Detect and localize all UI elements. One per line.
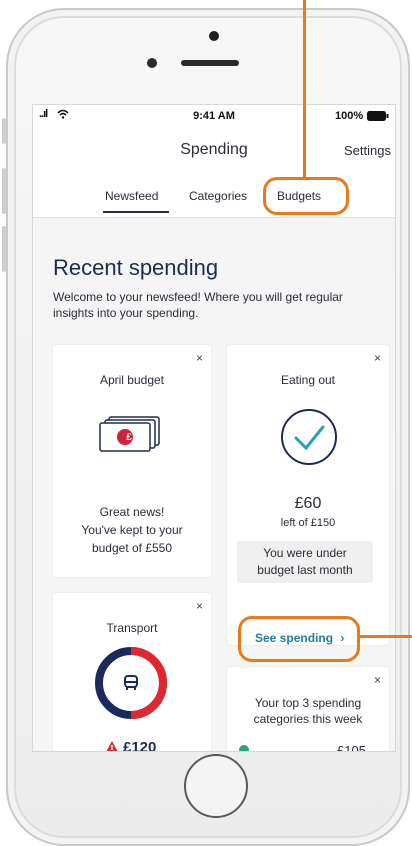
category-amount: £105 (337, 743, 366, 752)
close-icon[interactable]: × (374, 673, 381, 687)
transport-card[interactable]: × Transport £120 (53, 593, 211, 752)
remaining-amount: £60 (294, 495, 322, 512)
annotation-line-right (358, 635, 412, 638)
remaining-of-total: left of £150 (280, 517, 336, 529)
screen-title: Spending (180, 141, 248, 158)
bus-icon (123, 675, 139, 696)
april-budget-card[interactable]: × April budget £ Great news! You've kept… (53, 345, 211, 577)
settings-button[interactable]: Settings (344, 143, 391, 158)
home-button[interactable] (184, 754, 248, 818)
category-dot-icon (239, 745, 249, 751)
over-budget-amount: £120 (123, 739, 157, 752)
close-icon[interactable]: × (196, 599, 203, 613)
page-heading: Recent spending (53, 255, 219, 280)
annotation-line-top (303, 0, 306, 179)
budgets-highlight (263, 177, 349, 215)
currency-symbol: £ (126, 432, 132, 443)
status-bar: ..ıl 9:41 AM 100% (33, 105, 395, 127)
earpiece-speaker (181, 60, 239, 66)
front-camera (209, 31, 219, 41)
card-title: Transport (106, 621, 158, 635)
last-month-hint: You were under budget last month (237, 541, 373, 583)
top-categories-card[interactable]: × Your top 3 spending categories this we… (227, 667, 389, 752)
top-categories-text: Your top 3 spending categories this week (253, 696, 363, 726)
checkmark-circle-icon (279, 407, 339, 472)
close-icon[interactable]: × (374, 351, 381, 365)
budget-message-line2: You've kept to your (81, 523, 183, 537)
card-title: April budget (99, 373, 165, 387)
eating-out-card[interactable]: × Eating out £60 left of £150 You were u… (227, 345, 389, 645)
intro-text: Welcome to your newsfeed! Where you will… (53, 290, 343, 320)
tab-categories[interactable]: Categories (189, 189, 247, 203)
tab-newsfeed[interactable]: Newsfeed (105, 189, 158, 203)
card-title: Eating out (280, 373, 336, 387)
battery-icon (367, 111, 389, 124)
budget-message-line3: budget of £550 (91, 541, 173, 555)
battery-percent: 100% (335, 110, 364, 122)
alert-triangle-icon (105, 741, 119, 751)
navigation-bar: Spending Settings (33, 127, 395, 173)
budget-message-line1: Great news! (99, 505, 165, 519)
close-icon[interactable]: × (196, 351, 203, 365)
see-spending-highlight (238, 616, 360, 662)
active-tab-indicator (103, 211, 169, 213)
proximity-sensor (147, 58, 157, 68)
